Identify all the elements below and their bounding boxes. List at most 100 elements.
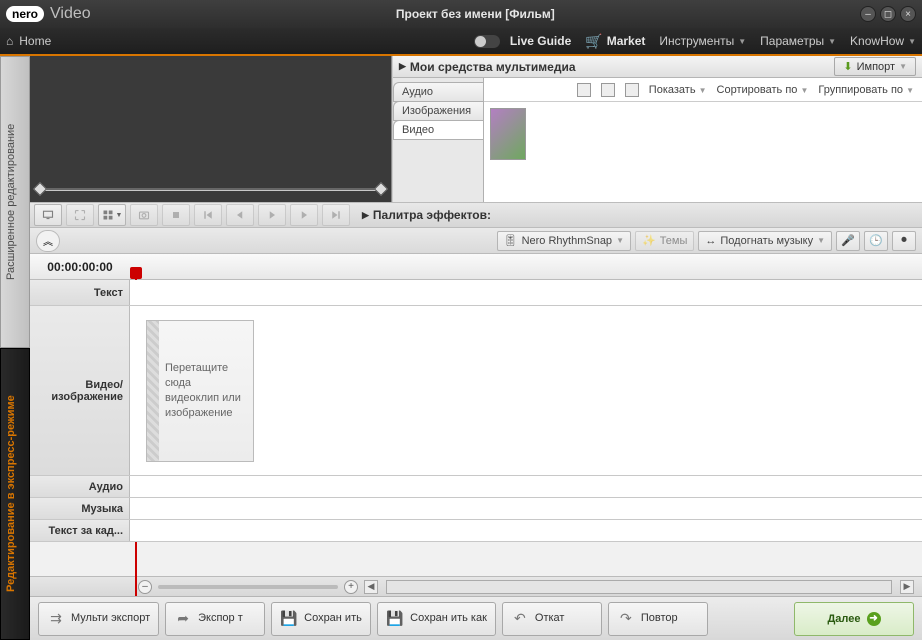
save-button[interactable]: 💾 Сохран ить — [271, 602, 371, 636]
menu-tools-label: Инструменты — [659, 34, 734, 48]
stop-button[interactable] — [162, 204, 190, 226]
caret-right-icon: ▶ — [362, 210, 369, 221]
view-grid-icon[interactable] — [577, 83, 591, 97]
sort-dropdown[interactable]: Сортировать по ▼ — [717, 84, 809, 96]
import-button[interactable]: ⬇ Импорт ▼ — [834, 57, 916, 76]
redo-icon: ↷ — [617, 610, 635, 628]
minimize-button[interactable]: – — [860, 6, 876, 22]
maximize-button[interactable]: ◻ — [880, 6, 896, 22]
chevron-down-icon: ▼ — [828, 37, 836, 46]
toolbar-secondary: ︽ 🎚 Nero RhythmSnap ▼ ✨ Темы ↔ Подогнать… — [30, 228, 922, 254]
project-title: Проект без имени [Фильм] — [91, 7, 860, 21]
step-back-button[interactable] — [226, 204, 254, 226]
view-list-icon[interactable] — [601, 83, 615, 97]
save-as-label: Сохран ить как — [410, 612, 487, 624]
multi-export-button[interactable]: ⇉ Мульти экспорт — [38, 602, 159, 636]
bottombar: ⇉ Мульти экспорт ➦ Экспор т 💾 Сохран ить… — [30, 596, 922, 640]
show-dropdown[interactable]: Показать ▼ — [649, 84, 707, 96]
slider-knob-right[interactable] — [374, 182, 388, 196]
monitor-button[interactable] — [34, 204, 62, 226]
track-lane-audio[interactable] — [130, 476, 922, 497]
chevron-down-icon: ▼ — [899, 62, 907, 71]
save-as-button[interactable]: 💾 Сохран ить как — [377, 602, 496, 636]
next-button[interactable]: Далее ➜ — [794, 602, 914, 636]
media-thumbs — [484, 102, 922, 202]
media-header-label: Мои средства мультимедиа — [410, 60, 576, 74]
effects-text: Палитра эффектов: — [373, 208, 491, 222]
slider-track[interactable] — [40, 188, 381, 191]
microphone-button[interactable]: 🎤 — [836, 231, 860, 251]
multi-export-icon: ⇉ — [47, 610, 65, 628]
import-label: Импорт — [857, 61, 895, 73]
track-lane-music[interactable] — [130, 498, 922, 519]
themes-button[interactable]: ✨ Темы — [635, 231, 694, 251]
export-icon: ➦ — [174, 610, 192, 628]
expand-chevron[interactable]: ︽ — [36, 230, 60, 252]
hscroll-right[interactable]: ▶ — [900, 580, 914, 594]
tab-express-edit[interactable]: Редактирование в экспресс-режиме — [0, 348, 30, 640]
menu-params-label: Параметры — [760, 34, 824, 48]
track-lane-caption[interactable] — [130, 520, 922, 541]
layout-button[interactable]: ▼ — [98, 204, 126, 226]
tab-advanced-edit[interactable]: Расширенное редактирование — [0, 56, 30, 348]
fullscreen-button[interactable] — [66, 204, 94, 226]
undo-icon: ↶ — [511, 610, 529, 628]
media-tab-images[interactable]: Изображения — [393, 101, 483, 121]
chevron-down-icon: ▼ — [906, 86, 914, 95]
prev-frame-button[interactable] — [194, 204, 222, 226]
play-button[interactable] — [258, 204, 286, 226]
menu-params[interactable]: Параметры ▼ — [760, 34, 836, 48]
download-icon: ⬇ — [843, 60, 852, 73]
clock-button[interactable]: 🕒 — [864, 231, 888, 251]
media-header: ▶ Мои средства мультимедиа ⬇ Импорт ▼ — [393, 56, 922, 78]
menu-knowhow[interactable]: KnowHow▼ — [850, 34, 916, 48]
record-button[interactable]: ⏺ — [892, 231, 916, 251]
close-button[interactable]: × — [900, 6, 916, 22]
zoom-in-button[interactable]: + — [344, 580, 358, 594]
next-label: Далее — [827, 613, 860, 625]
wand-icon: ✨ — [642, 234, 656, 247]
home-icon: ⌂ — [6, 34, 13, 48]
group-dropdown[interactable]: Группировать по ▼ — [818, 84, 914, 96]
media-tab-video[interactable]: Видео — [393, 120, 483, 140]
menubar: ⌂ Home Live Guide 🛒 Market Инструменты▼ … — [0, 28, 922, 54]
preview-slider[interactable] — [40, 182, 381, 196]
show-label: Показать — [649, 84, 696, 96]
view-details-icon[interactable] — [625, 83, 639, 97]
snapshot-button[interactable] — [130, 204, 158, 226]
media-toolbar: Показать ▼ Сортировать по ▼ Группировать… — [484, 78, 922, 102]
menu-knowhow-label: KnowHow — [850, 34, 904, 48]
home-button[interactable]: ⌂ Home — [6, 34, 51, 48]
next-frame-button[interactable] — [322, 204, 350, 226]
undo-button[interactable]: ↶ Откат — [502, 602, 602, 636]
timeline: 00:00:00:00 Текст Видео/ изображение — [30, 254, 922, 596]
menu-tools[interactable]: Инструменты ▼ — [659, 34, 746, 48]
drop-hint[interactable]: Перетащите сюда видеоклип или изображени… — [146, 320, 254, 462]
chevron-down-icon: ▼ — [738, 37, 746, 46]
save-as-icon: 💾 — [386, 610, 404, 628]
caret-right-icon: ▶ — [399, 61, 406, 72]
market-button[interactable]: 🛒 Market — [585, 33, 645, 50]
redo-button[interactable]: ↷ Повтор — [608, 602, 708, 636]
chevron-down-icon: ▼ — [616, 236, 624, 245]
microphone-icon: 🎤 — [841, 234, 855, 247]
slider-knob-left[interactable] — [33, 182, 47, 196]
step-forward-button[interactable] — [290, 204, 318, 226]
fit-music-label: Подогнать музыку — [720, 235, 813, 247]
rhythmsnap-button[interactable]: 🎚 Nero RhythmSnap ▼ — [497, 231, 631, 251]
home-label: Home — [19, 34, 51, 48]
fit-icon: ↔ — [705, 235, 716, 247]
zoom-slider[interactable] — [158, 585, 338, 589]
live-guide-toggle[interactable]: Live Guide — [474, 34, 571, 48]
export-button[interactable]: ➦ Экспор т — [165, 602, 265, 636]
hscroll-track[interactable] — [386, 580, 892, 594]
zoom-out-button[interactable]: – — [138, 580, 152, 594]
media-thumbnail[interactable] — [490, 108, 526, 160]
grip-icon — [147, 321, 159, 461]
fit-music-button[interactable]: ↔ Подогнать музыку ▼ — [698, 231, 832, 251]
hscroll-left[interactable]: ◀ — [364, 580, 378, 594]
track-lane-video[interactable]: Перетащите сюда видеоклип или изображени… — [130, 306, 922, 475]
save-icon: 💾 — [280, 610, 298, 628]
media-tab-audio[interactable]: Аудио — [393, 82, 483, 102]
track-lane-text[interactable] — [130, 280, 922, 305]
